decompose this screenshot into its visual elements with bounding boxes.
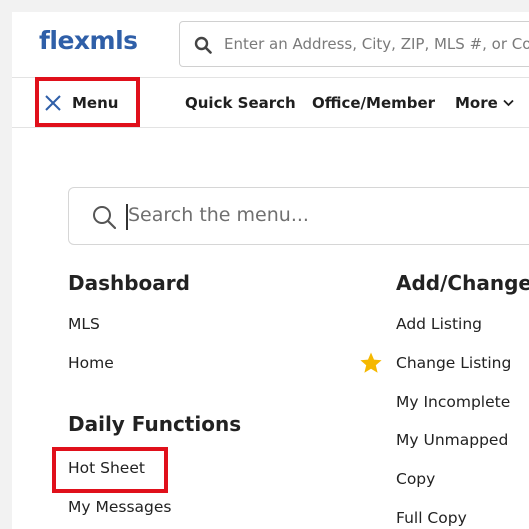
menu-search-placeholder: Search the menu... [128,204,309,226]
menu-link-hot-sheet[interactable]: Hot Sheet [68,459,145,477]
menu-link-mls[interactable]: MLS [68,315,100,333]
menu-close-button[interactable]: Menu [40,83,138,123]
global-search-input[interactable]: Enter an Address, City, ZIP, MLS #, or C… [179,21,529,67]
menu-link-change-listing[interactable]: Change Listing [396,354,511,372]
menu-label: Menu [72,94,119,112]
nav-more[interactable]: More [455,94,514,112]
nav-quick-search[interactable]: Quick Search [185,94,296,112]
menu-column-right: Add/Change Add Listing Change Listing My… [396,268,529,527]
menu-link-my-unmapped[interactable]: My Unmapped [396,431,508,449]
chevron-down-icon [503,99,514,107]
menu-link-my-incomplete[interactable]: My Incomplete [396,393,510,411]
page: flexmls Enter an Address, City, ZIP, MLS… [12,12,529,529]
search-icon [194,36,212,54]
menu-link-full-copy[interactable]: Full Copy [396,509,467,527]
menu-link-add-listing[interactable]: Add Listing [396,315,482,333]
star-icon[interactable] [359,351,383,375]
menu-link-my-messages[interactable]: My Messages [68,498,171,516]
search-icon [93,206,116,229]
menu-link-copy[interactable]: Copy [396,470,435,488]
app-header: flexmls Enter an Address, City, ZIP, MLS… [12,12,529,78]
nav-office-member[interactable]: Office/Member [312,94,435,112]
menu-column-left: Dashboard MLS Home Daily Functions Hot S… [68,268,241,516]
close-icon [45,95,61,111]
section-heading-add-change: Add/Change [396,271,529,295]
flexmls-logo[interactable]: flexmls [39,26,138,55]
section-heading-daily-functions: Daily Functions [68,412,242,436]
menu-search-input[interactable]: Search the menu... [68,187,529,245]
menu-link-home[interactable]: Home [68,354,114,372]
nav-more-label: More [455,94,498,112]
global-search-placeholder: Enter an Address, City, ZIP, MLS #, or C… [224,35,529,53]
section-heading-dashboard: Dashboard [68,271,190,295]
top-nav: Menu Quick Search Office/Member More [12,78,529,128]
